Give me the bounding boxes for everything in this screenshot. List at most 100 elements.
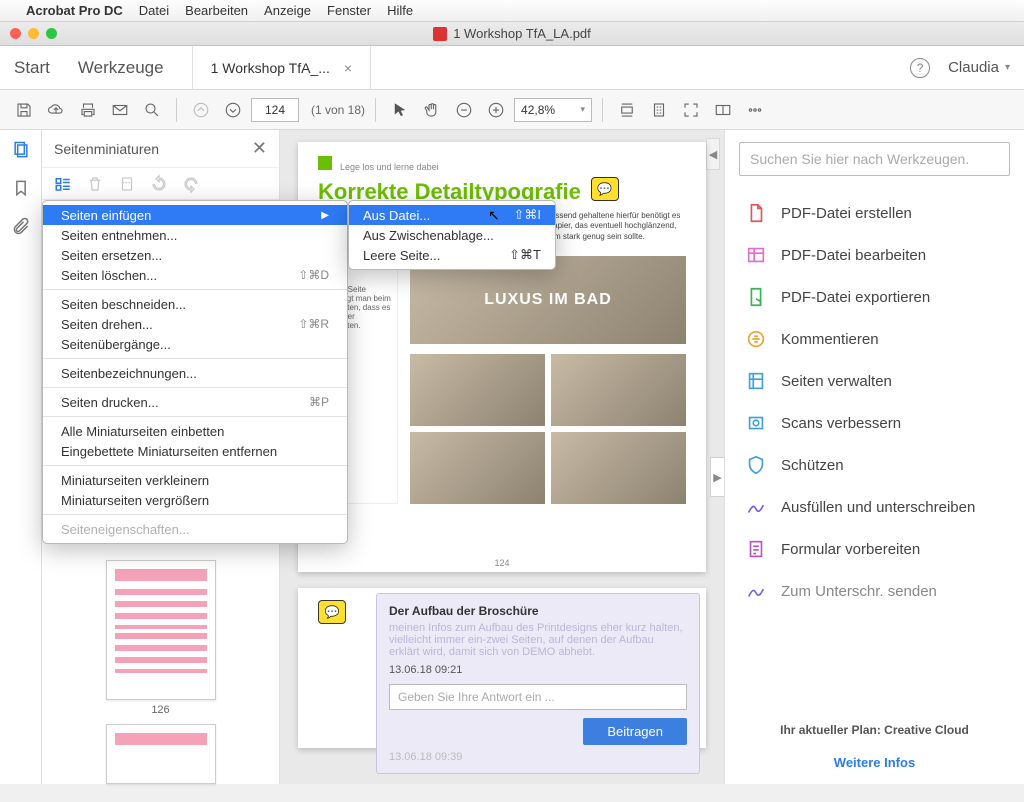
pdf-icon: [433, 27, 447, 41]
menu-file[interactable]: Datei: [139, 3, 169, 18]
menu-insert-pages[interactable]: Seiten einfügen▶: [43, 205, 347, 225]
comment-icon[interactable]: 💬: [591, 177, 619, 201]
comment-heading: Der Aufbau der Broschüre: [389, 604, 687, 618]
tool-label: Seiten verwalten: [781, 373, 892, 390]
thumbnails-rail-icon[interactable]: [11, 140, 31, 160]
menu-window[interactable]: Fenster: [327, 3, 371, 18]
photo: [410, 432, 545, 504]
document-tab[interactable]: 1 Workshop TfA_... ×: [192, 46, 372, 90]
menu-view[interactable]: Anzeige: [264, 3, 311, 18]
nav-tools[interactable]: Werkzeuge: [78, 58, 164, 78]
page-up-icon[interactable]: [187, 96, 215, 124]
menu-rotate-pages[interactable]: Seiten drehen...⇧⌘R: [43, 314, 347, 334]
tool-item[interactable]: Kommentieren: [725, 318, 1024, 360]
chevron-down-icon: ▾: [581, 104, 586, 115]
tools-search-input[interactable]: Suchen Sie hier nach Werkzeugen.: [739, 142, 1010, 176]
fit-width-icon[interactable]: [613, 96, 641, 124]
photo: [551, 432, 686, 504]
tool-icon: [745, 454, 767, 476]
page-thumbnail[interactable]: [106, 724, 216, 784]
submenu-from-file[interactable]: Aus Datei...⇧⌘I: [349, 205, 555, 225]
thumb-extract-icon[interactable]: [118, 175, 136, 193]
collapse-doc-icon[interactable]: ◀: [706, 138, 720, 170]
collapse-right-icon[interactable]: ▶: [710, 457, 724, 497]
menu-delete-pages[interactable]: Seiten löschen...⇧⌘D: [43, 265, 347, 285]
tool-item[interactable]: Schützen: [725, 444, 1024, 486]
zoom-value: 42,8%: [521, 103, 555, 117]
tool-item[interactable]: Ausfüllen und unterschreiben: [725, 486, 1024, 528]
select-icon[interactable]: [386, 96, 414, 124]
tool-item[interactable]: PDF-Datei exportieren: [725, 276, 1024, 318]
bookmarks-rail-icon[interactable]: [11, 178, 31, 198]
menu-extract-pages[interactable]: Seiten entnehmen...: [43, 225, 347, 245]
user-menu[interactable]: Claudia▾: [948, 59, 1010, 76]
page-down-icon[interactable]: [219, 96, 247, 124]
thumb-label: 126: [106, 704, 216, 716]
page-input[interactable]: 124: [251, 98, 299, 122]
mac-menubar: Acrobat Pro DC Datei Bearbeiten Anzeige …: [0, 0, 1024, 22]
tool-icon: [745, 538, 767, 560]
menu-shrink-thumbs[interactable]: Miniaturseiten verkleinern: [43, 470, 347, 490]
menu-page-labels[interactable]: Seitenbezeichnungen...: [43, 363, 347, 383]
mail-icon[interactable]: [106, 96, 134, 124]
comment-timestamp: 13.06.18 09:21: [389, 664, 687, 676]
tool-icon: [745, 286, 767, 308]
save-icon[interactable]: [10, 96, 38, 124]
help-icon[interactable]: ?: [910, 58, 930, 78]
comment-body: meinen Infos zum Aufbau des Printdesigns…: [389, 622, 687, 658]
nav-start[interactable]: Start: [14, 58, 50, 78]
thumbnails-context-menu: Seiten einfügen▶ Seiten entnehmen... Sei…: [42, 200, 348, 544]
menu-enlarge-thumbs[interactable]: Miniaturseiten vergrößern: [43, 490, 347, 510]
more-info-link[interactable]: Weitere Infos: [725, 747, 1024, 784]
menu-replace-pages[interactable]: Seiten ersetzen...: [43, 245, 347, 265]
tool-label: Scans verbessern: [781, 415, 901, 432]
print-icon[interactable]: [74, 96, 102, 124]
attachments-rail-icon[interactable]: [11, 216, 31, 236]
thumb-options-icon[interactable]: [54, 175, 72, 193]
tool-item[interactable]: Zum Unterschr. senden: [725, 570, 1024, 612]
menu-app[interactable]: Acrobat Pro DC: [26, 3, 123, 18]
tab-label: 1 Workshop TfA_...: [211, 60, 330, 76]
menu-print-pages[interactable]: Seiten drucken...⌘P: [43, 392, 347, 412]
thumb-rotate-ccw-icon[interactable]: [150, 175, 168, 193]
fullscreen-icon[interactable]: [677, 96, 705, 124]
thumb-delete-icon[interactable]: [86, 175, 104, 193]
tool-label: Schützen: [781, 457, 844, 474]
page-thumbnail[interactable]: 126: [106, 560, 216, 716]
tool-icon: [745, 244, 767, 266]
tool-item[interactable]: Formular vorbereiten: [725, 528, 1024, 570]
submenu-from-clipboard[interactable]: Aus Zwischenablage...: [349, 225, 555, 245]
zoom-select[interactable]: 42,8% ▾: [514, 98, 592, 122]
menu-edit[interactable]: Bearbeiten: [185, 3, 248, 18]
thumbnails-toolbar: [42, 168, 279, 200]
menu-page-transitions[interactable]: Seitenübergänge...: [43, 334, 347, 354]
tool-item[interactable]: Seiten verwalten: [725, 360, 1024, 402]
tool-icon: [745, 496, 767, 518]
thumb-rotate-cw-icon[interactable]: [182, 175, 200, 193]
zoom-in-icon[interactable]: [482, 96, 510, 124]
contribute-button[interactable]: Beitragen: [583, 718, 687, 745]
menu-embed-thumbs[interactable]: Alle Miniaturseiten einbetten: [43, 421, 347, 441]
tools-panel: Suchen Sie hier nach Werkzeugen. PDF-Dat…: [724, 130, 1024, 784]
submenu-blank-page[interactable]: Leere Seite...⇧⌘T: [349, 245, 555, 265]
search-icon[interactable]: [138, 96, 166, 124]
more-icon[interactable]: [741, 96, 769, 124]
hand-icon[interactable]: [418, 96, 446, 124]
menu-remove-thumbs[interactable]: Eingebettete Miniaturseiten entfernen: [43, 441, 347, 461]
tool-item[interactable]: PDF-Datei bearbeiten: [725, 234, 1024, 276]
menu-help[interactable]: Hilfe: [387, 3, 413, 18]
menu-crop-pages[interactable]: Seiten beschneiden...: [43, 294, 347, 314]
tool-icon: [745, 370, 767, 392]
read-mode-icon[interactable]: [709, 96, 737, 124]
tool-item[interactable]: PDF-Datei erstellen: [725, 192, 1024, 234]
tab-close-icon[interactable]: ×: [344, 60, 352, 76]
page-count: (1 von 18): [311, 103, 365, 117]
comment-reply-input[interactable]: Geben Sie Ihre Antwort ein ...: [389, 684, 687, 710]
thumbnails-close-icon[interactable]: ✕: [252, 138, 267, 159]
cloud-icon[interactable]: [42, 96, 70, 124]
chevron-down-icon: ▾: [1005, 62, 1010, 73]
fit-page-icon[interactable]: [645, 96, 673, 124]
tool-item[interactable]: Scans verbessern: [725, 402, 1024, 444]
comment-icon[interactable]: 💬: [318, 600, 346, 624]
zoom-out-icon[interactable]: [450, 96, 478, 124]
